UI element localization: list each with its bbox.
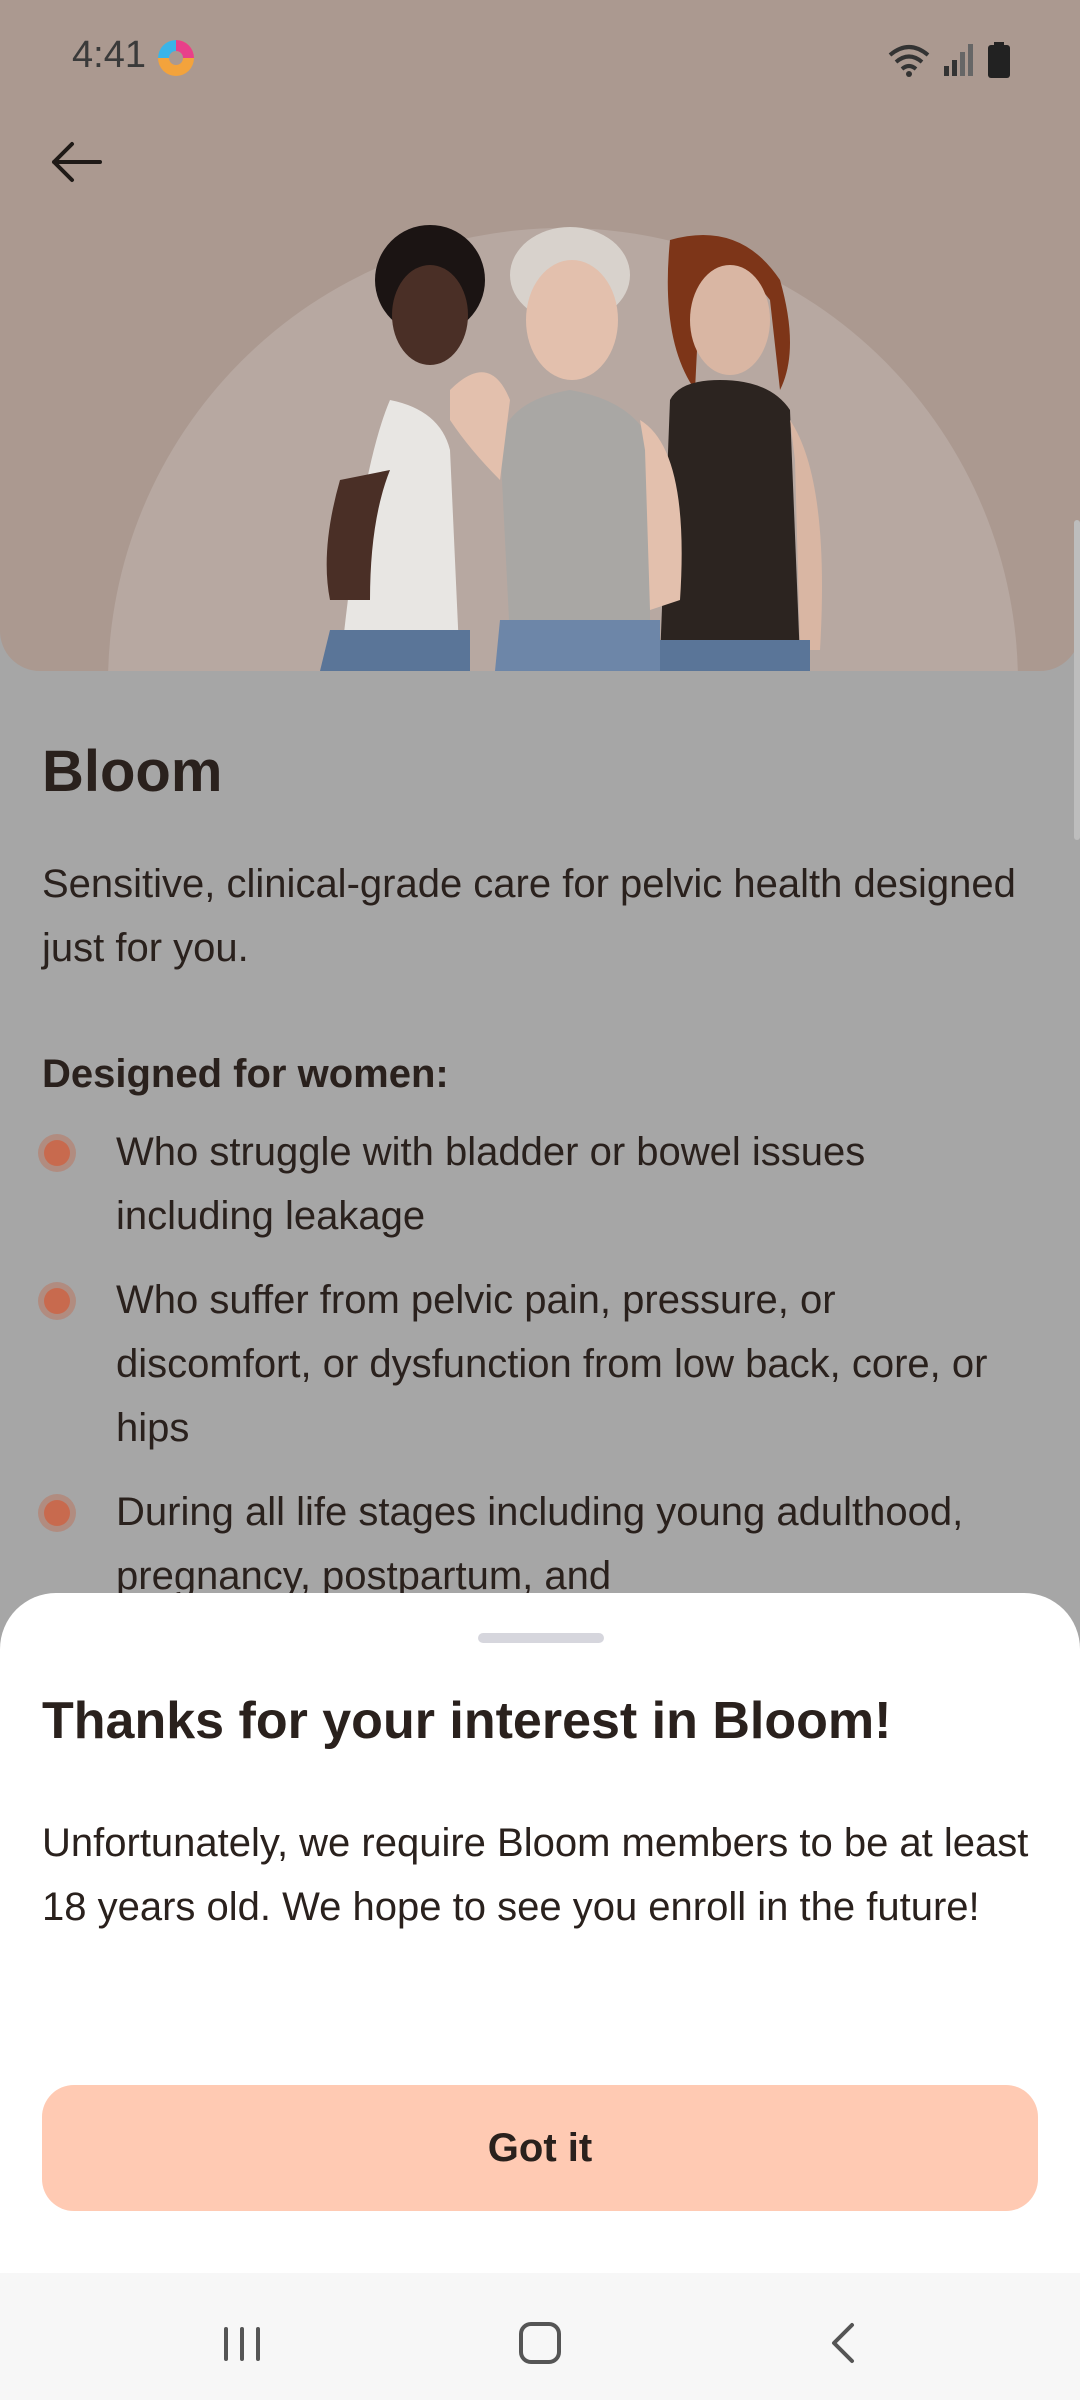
- wifi-icon: [888, 45, 930, 77]
- app-notification-icon: [158, 40, 194, 76]
- list-item: Who suffer from pelvic pain, pressure, o…: [42, 1268, 1022, 1460]
- list-item: Who struggle with bladder or bowel issue…: [42, 1120, 1022, 1248]
- battery-icon: [988, 42, 1010, 78]
- product-title: Bloom: [42, 739, 223, 804]
- designed-for-list: Who struggle with bladder or bowel issue…: [42, 1120, 1042, 1628]
- list-item: During all life stages including young a…: [42, 1480, 1022, 1608]
- age-restriction-bottom-sheet: Thanks for your interest in Bloom! Unfor…: [0, 1593, 1080, 2273]
- status-time: 4:41: [72, 34, 146, 76]
- product-description: Sensitive, clinical-grade care for pelvi…: [42, 862, 1016, 970]
- scrollbar[interactable]: [1074, 520, 1080, 840]
- arrow-left-icon[interactable]: [44, 130, 108, 194]
- designed-for-heading: Designed for women:: [42, 1052, 449, 1096]
- bullet-dot-icon: [44, 1500, 70, 1526]
- list-item-text: During all life stages including young a…: [116, 1490, 964, 1598]
- signal-icon: [944, 44, 973, 76]
- back-icon[interactable]: [812, 2313, 876, 2373]
- bullet-dot-icon: [44, 1288, 70, 1314]
- home-icon[interactable]: [508, 2313, 572, 2373]
- got-it-button[interactable]: Got it: [42, 2085, 1038, 2211]
- recents-icon[interactable]: [210, 2313, 274, 2373]
- women-photo: [320, 225, 822, 671]
- sheet-title: Thanks for your interest in Bloom!: [42, 1692, 892, 1750]
- sheet-body: Unfortunately, we require Bloom members …: [42, 1821, 1029, 1929]
- list-item-text: Who struggle with bladder or bowel issue…: [116, 1130, 866, 1238]
- status-bar: 4:41: [0, 0, 1080, 120]
- system-nav-bar: [0, 2273, 1080, 2400]
- sheet-drag-handle[interactable]: [478, 1633, 604, 1643]
- bullet-dot-icon: [44, 1140, 70, 1166]
- list-item-text: Who suffer from pelvic pain, pressure, o…: [116, 1278, 988, 1450]
